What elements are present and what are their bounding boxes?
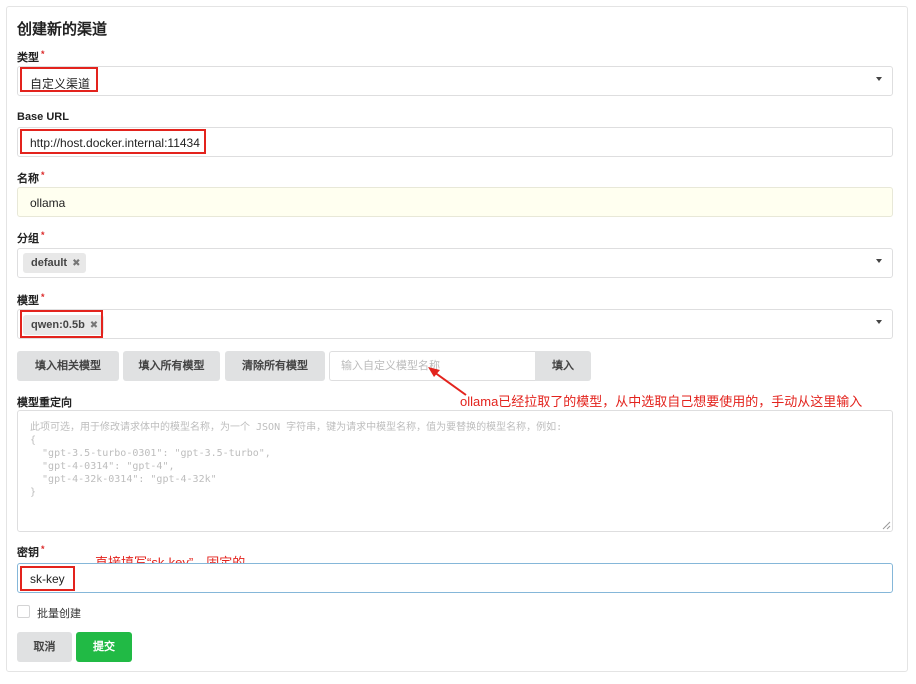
highlight-box-key <box>20 566 75 591</box>
fill-related-models-button[interactable]: 填入相关模型 <box>17 351 119 381</box>
group-select[interactable]: default ✖ <box>17 248 893 278</box>
fill-custom-model-button[interactable]: 填入 <box>535 351 591 381</box>
type-label: 类型 * <box>17 49 45 64</box>
key-input[interactable]: sk-key <box>17 563 893 593</box>
group-chip[interactable]: default ✖ <box>23 253 87 273</box>
caret-down-icon <box>876 77 882 81</box>
group-label: 分组 * <box>17 230 45 245</box>
model-mapping-textarea[interactable]: 此项可选，用于修改请求体中的模型名称，为一个 JSON 字符串，键为请求中模型名… <box>17 410 893 532</box>
fill-all-models-button[interactable]: 填入所有模型 <box>123 351 220 381</box>
batch-create-label: 批量创建 <box>37 608 81 620</box>
resize-handle-icon[interactable] <box>882 521 891 530</box>
model-label: 模型 * <box>17 292 45 307</box>
caret-down-icon <box>876 259 882 263</box>
model-mapping-label: 模型重定向 <box>17 397 72 409</box>
model-annotation: ollama已经拉取了的模型，从中选取自己想要使用的，手动从这里输入 <box>460 394 863 409</box>
name-input[interactable]: ollama <box>17 187 893 217</box>
clear-all-models-button[interactable]: 清除所有模型 <box>225 351 325 381</box>
key-label: 密钥 * <box>17 544 45 559</box>
submit-button[interactable]: 提交 <box>76 632 132 662</box>
type-select[interactable]: 自定义渠道 <box>17 66 893 96</box>
model-select[interactable]: qwen:0.5b ✖ <box>17 309 893 339</box>
close-icon[interactable]: ✖ <box>72 258 80 269</box>
caret-down-icon <box>876 320 882 324</box>
highlight-box-base-url <box>20 129 206 154</box>
highlight-box-type <box>20 67 98 92</box>
page-title: 创建新的渠道 <box>17 21 108 38</box>
base-url-label: Base URL <box>17 111 69 123</box>
name-value: ollama <box>30 196 66 210</box>
batch-create-checkbox[interactable] <box>17 605 30 618</box>
highlight-box-model <box>20 310 103 338</box>
name-label: 名称 * <box>17 170 45 185</box>
cancel-button[interactable]: 取消 <box>17 632 72 662</box>
